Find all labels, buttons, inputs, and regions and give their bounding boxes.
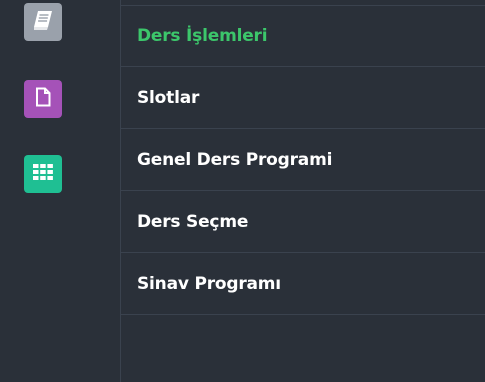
notebook-icon bbox=[31, 9, 55, 35]
menu-item-sinav-programi[interactable]: Sinav Programı bbox=[121, 253, 485, 315]
icon-sidebar bbox=[0, 0, 121, 382]
sidebar-document-button[interactable] bbox=[24, 80, 62, 118]
grid-table-icon bbox=[33, 164, 53, 184]
menu-item-label: Slotlar bbox=[137, 87, 200, 108]
menu-item-ders-islemleri[interactable]: Ders İşlemleri bbox=[121, 6, 485, 67]
menu-item-genel-ders-programi[interactable]: Genel Ders Programi bbox=[121, 129, 485, 191]
menu-item-label: Ders İşlemleri bbox=[137, 26, 268, 46]
menu-item-label: Ders Seçme bbox=[137, 211, 249, 232]
menu-item-label: Sinav Programı bbox=[137, 273, 281, 294]
sidebar-grid-button[interactable] bbox=[24, 155, 62, 193]
menu-item-label: Genel Ders Programi bbox=[137, 149, 333, 170]
menu-item-slotlar[interactable]: Slotlar bbox=[121, 67, 485, 129]
app-frame: Ders İşlemleri Slotlar Genel Ders Progra… bbox=[0, 0, 485, 382]
sub-menu: Ders İşlemleri Slotlar Genel Ders Progra… bbox=[121, 0, 485, 382]
sidebar-notebook-button[interactable] bbox=[24, 3, 62, 41]
document-icon bbox=[34, 87, 52, 111]
menu-item-ders-secme[interactable]: Ders Seçme bbox=[121, 191, 485, 253]
